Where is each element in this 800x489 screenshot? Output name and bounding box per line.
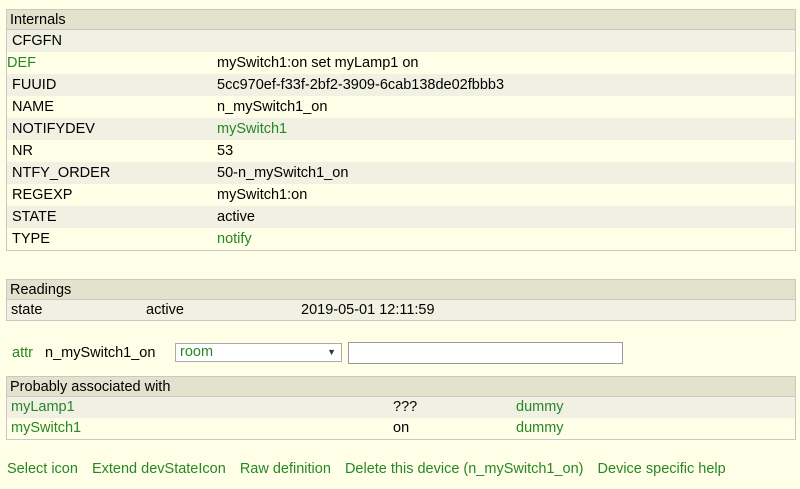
internal-value: active bbox=[217, 209, 255, 225]
internals-header: Internals bbox=[7, 10, 795, 30]
internal-key: NTFY_ORDER bbox=[12, 165, 111, 181]
internal-key: NR bbox=[12, 143, 33, 159]
internal-row-nr: NR 53 bbox=[7, 140, 795, 162]
type-link[interactable]: notify bbox=[217, 228, 252, 250]
reading-row-state: state active 2019-05-01 12:11:59 bbox=[7, 300, 795, 320]
internal-row-state: STATE active bbox=[7, 206, 795, 228]
internal-value: mySwitch1:on bbox=[217, 187, 308, 203]
associated-device-state: ??? bbox=[393, 399, 418, 415]
internal-row-ntfy-order: NTFY_ORDER 50-n_mySwitch1_on bbox=[7, 162, 795, 184]
reading-value: active bbox=[146, 302, 184, 318]
internals-title: Internals bbox=[10, 12, 66, 28]
associated-table: Probably associated with myLamp1 ??? dum… bbox=[6, 376, 796, 440]
associated-device-type[interactable]: dummy bbox=[516, 397, 564, 418]
internal-key: STATE bbox=[12, 209, 57, 225]
notifydev-link[interactable]: mySwitch1 bbox=[217, 118, 287, 140]
readings-title: Readings bbox=[10, 282, 72, 298]
internal-row-cfgfn: CFGFN bbox=[7, 30, 795, 52]
device-help-link[interactable]: Device specific help bbox=[598, 461, 726, 477]
internal-row-fuuid: FUUID 5cc970ef-f33f-2bf2-3909-6cab138de0… bbox=[7, 74, 795, 96]
raw-definition-link[interactable]: Raw definition bbox=[240, 461, 331, 477]
internal-value: mySwitch1:on set myLamp1 on bbox=[217, 55, 419, 71]
internal-row-type: TYPE notify bbox=[7, 228, 795, 250]
internal-row-name: NAME n_mySwitch1_on bbox=[7, 96, 795, 118]
reading-timestamp: 2019-05-01 12:11:59 bbox=[301, 302, 435, 318]
internal-row-def: DEF mySwitch1:on set myLamp1 on bbox=[7, 52, 795, 74]
associated-row: mySwitch1 on dummy bbox=[7, 418, 795, 439]
associated-device-type[interactable]: dummy bbox=[516, 418, 564, 439]
attr-value-input[interactable] bbox=[348, 342, 623, 364]
select-icon-link[interactable]: Select icon bbox=[7, 461, 78, 477]
def-link[interactable]: DEF bbox=[7, 52, 36, 74]
associated-device-state: on bbox=[393, 420, 410, 436]
delete-device-link[interactable]: Delete this device (n_mySwitch1_on) bbox=[345, 461, 584, 477]
internal-key: NOTIFYDEV bbox=[12, 121, 95, 137]
associated-title: Probably associated with bbox=[10, 379, 171, 395]
internal-row-regexp: REGEXP mySwitch1:on bbox=[7, 184, 795, 206]
internal-row-notifydev: NOTIFYDEV mySwitch1 bbox=[7, 118, 795, 140]
associated-row: myLamp1 ??? dummy bbox=[7, 397, 795, 418]
associated-header: Probably associated with bbox=[7, 377, 795, 397]
device-actions: Select icon Extend devStateIcon Raw defi… bbox=[7, 459, 736, 479]
readings-table: Readings state active 2019-05-01 12:11:5… bbox=[6, 279, 796, 321]
internal-value: 5cc970ef-f33f-2bf2-3909-6cab138de02fbbb3 bbox=[217, 77, 505, 93]
attr-select-value: room bbox=[180, 344, 214, 360]
chevron-down-icon: ▼ bbox=[327, 347, 336, 357]
internal-key: CFGFN bbox=[12, 33, 62, 49]
internals-table: Internals CFGFN DEF mySwitch1:on set myL… bbox=[6, 9, 796, 251]
internal-key: TYPE bbox=[12, 231, 50, 247]
internal-key: REGEXP bbox=[12, 187, 73, 203]
attr-select[interactable]: room ▼ bbox=[175, 343, 342, 362]
reading-name: state bbox=[11, 302, 43, 318]
internal-key: NAME bbox=[12, 99, 54, 115]
attr-button[interactable]: attr bbox=[12, 341, 33, 365]
internal-value: 53 bbox=[217, 143, 234, 159]
associated-device-link[interactable]: myLamp1 bbox=[11, 397, 75, 418]
internal-value: 50-n_mySwitch1_on bbox=[217, 165, 349, 181]
internal-key: FUUID bbox=[12, 77, 57, 93]
extend-devstateicon-link[interactable]: Extend devStateIcon bbox=[92, 461, 226, 477]
readings-header: Readings bbox=[7, 280, 795, 300]
attr-device-name: n_mySwitch1_on bbox=[45, 345, 156, 361]
associated-device-link[interactable]: mySwitch1 bbox=[11, 418, 81, 439]
internal-value: n_mySwitch1_on bbox=[217, 99, 328, 115]
